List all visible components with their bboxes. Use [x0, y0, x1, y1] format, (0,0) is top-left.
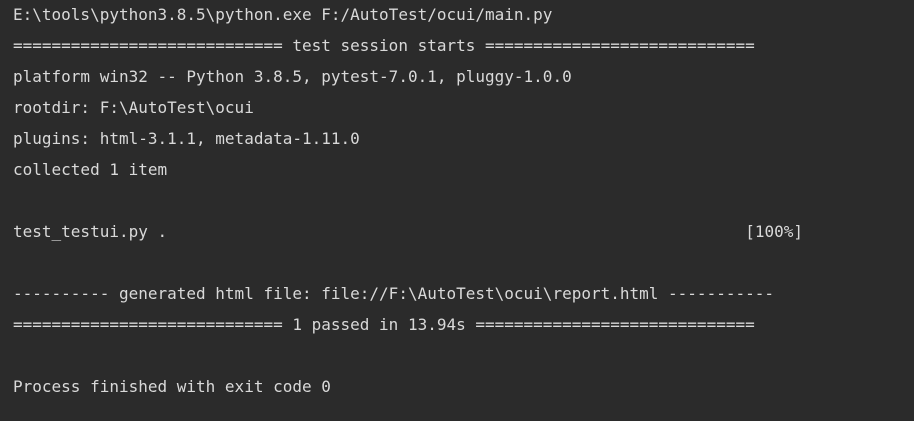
console-platform-line: platform win32 -- Python 3.8.5, pytest-7…: [13, 67, 572, 86]
run-console-output: E:\tools\python3.8.5\python.exe F:/AutoT…: [0, 0, 914, 421]
test-progress: [100%]: [745, 222, 803, 241]
console-rootdir-line: rootdir: F:\AutoTest\ocui: [13, 98, 254, 117]
console-plugins-line: plugins: html-3.1.1, metadata-1.11.0: [13, 129, 360, 148]
test-file-result: test_testui.py .: [13, 222, 168, 241]
console-exit-line: Process finished with exit code 0: [13, 377, 331, 396]
console-test-result-line: test_testui.py . [100%]: [13, 221, 803, 243]
console-collected-line: collected 1 item: [13, 160, 168, 179]
console-html-report-line: ---------- generated html file: file://F…: [13, 284, 774, 303]
console-command-line: E:\tools\python3.8.5\python.exe F:/AutoT…: [13, 5, 553, 24]
console-session-header: ============================ test sessio…: [13, 36, 755, 55]
console-summary-line: ============================ 1 passed in…: [13, 315, 755, 334]
